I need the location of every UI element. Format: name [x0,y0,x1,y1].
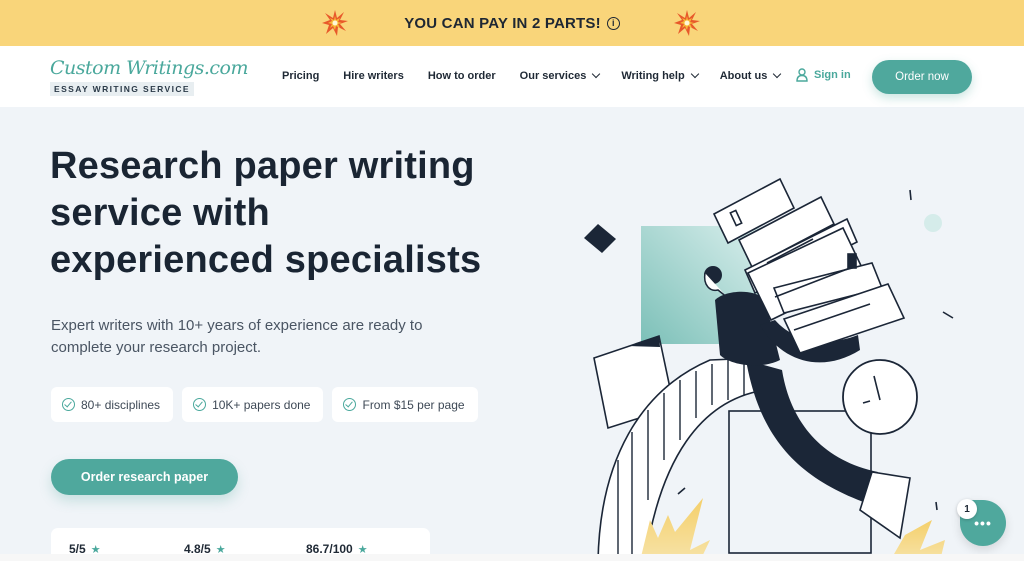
nav-about-us[interactable]: About us [719,69,782,82]
nav-label: About us [719,70,768,82]
more-dots-icon: ••• [974,515,992,531]
dark-diamond [584,224,616,253]
clock [842,359,918,435]
info-icon[interactable]: i [606,16,620,30]
feature-chips: 80+ disciplines 10K+ papers done From $1… [51,387,478,422]
check-circle-icon [193,398,207,411]
title-line: experienced specialists [50,239,482,281]
main-nav: Pricing Hire writers How to order Our se… [282,69,782,82]
page-title: Research paper writing service with expe… [50,143,550,284]
promo-banner: YOU CAN PAY IN 2 PARTS! i [0,0,1024,46]
nav-our-services[interactable]: Our services [519,69,601,82]
nav-writing-help[interactable]: Writing help [621,69,699,82]
hero-illustration [584,177,954,561]
order-now-button[interactable]: Order now [872,60,972,94]
feature-chip: From $15 per page [332,387,478,422]
chevron-down-icon [773,69,782,79]
promo-text: YOU CAN PAY IN 2 PARTS! [404,14,601,32]
nav-label: How to order [427,70,496,82]
nav-label: Pricing [282,70,320,82]
chevron-down-icon [690,69,699,79]
user-icon [796,68,808,82]
logo[interactable]: Custom Writings.com ESSAY WRITING SERVIC… [50,57,249,97]
explosion-burst-icon [674,10,700,36]
check-circle-icon [62,398,75,411]
chip-label: From $15 per page [362,397,465,412]
logo-tagline: ESSAY WRITING SERVICE [50,82,194,96]
order-research-paper-button[interactable]: Order research paper [51,459,238,495]
title-line: Research paper writing [50,145,475,187]
nav-pricing[interactable]: Pricing [282,70,319,82]
check-circle-icon [343,398,357,411]
nav-how-to-order[interactable]: How to order [428,70,496,82]
title-line: service with [50,192,270,234]
sign-in-label: Sign in [814,69,851,81]
feature-chip: 10K+ papers done [182,387,324,422]
nav-label: Our services [519,70,587,82]
sign-in-link[interactable]: Sign in [796,68,851,82]
nav-label: Writing help [621,70,685,82]
hero-subtitle: Expert writers with 10+ years of experie… [51,317,423,356]
teal-dot [924,214,942,232]
page-bottom-edge [0,554,1024,561]
notification-badge: 1 [957,499,977,519]
logo-wordmark: Custom Writings.com [50,57,249,79]
explosion-burst-icon [322,10,348,36]
chevron-down-icon [592,69,601,79]
nav-label: Hire writers [343,70,404,82]
chip-label: 80+ disciplines [81,397,161,412]
nav-hire-writers[interactable]: Hire writers [343,70,404,82]
promo-text-wrap[interactable]: YOU CAN PAY IN 2 PARTS! i [404,15,620,32]
feature-chip: 80+ disciplines [51,387,174,422]
site-header: Custom Writings.com ESSAY WRITING SERVIC… [0,46,1024,107]
chip-label: 10K+ papers done [212,397,311,412]
